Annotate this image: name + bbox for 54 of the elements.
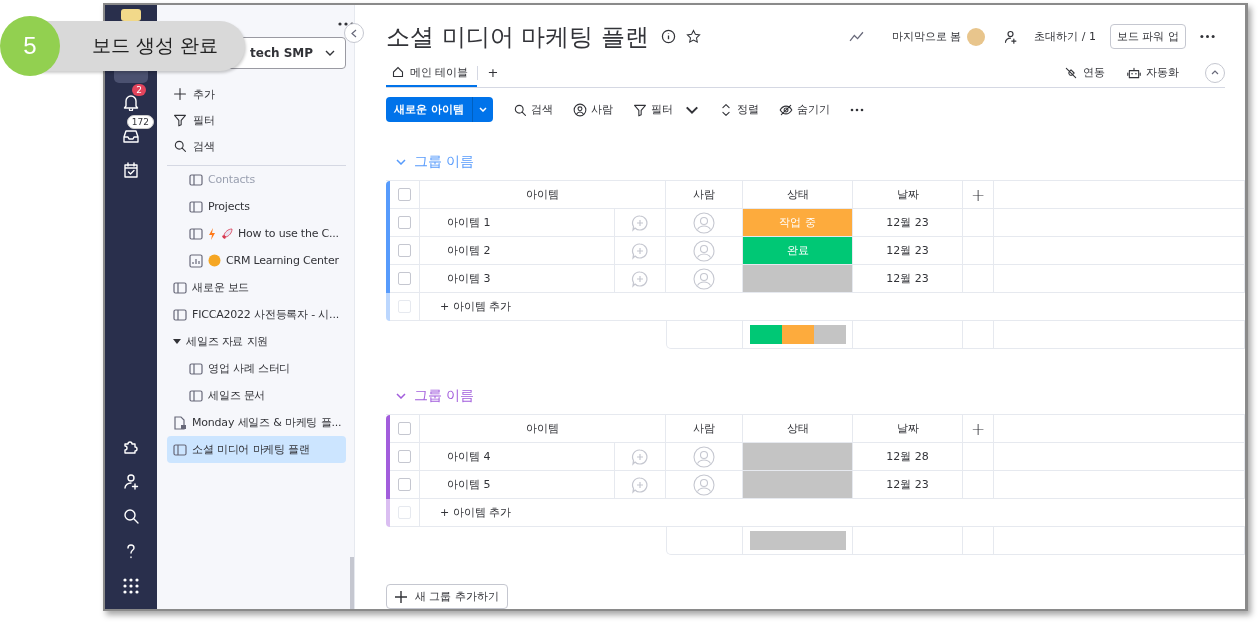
date-cell[interactable]: 12월 23 [853, 265, 963, 293]
sidebar-item[interactable]: 세일즈 자료 지원 [167, 328, 346, 355]
count-badge: 2 [132, 84, 146, 96]
sidebar-item[interactable]: 세일즈 문서 [167, 382, 346, 409]
item-name[interactable]: 아이템 5 [420, 471, 615, 499]
sidebar-item[interactable]: FICCA2022 사전등록자 - 시... [167, 301, 346, 328]
column-header: 사람 [666, 181, 743, 209]
add-item-field[interactable]: + 아이템 추가 [420, 499, 1245, 527]
toolbar-button[interactable]: 사람 [572, 102, 613, 118]
date-cell[interactable]: 12월 28 [853, 443, 963, 471]
add-column-button[interactable]: + [963, 415, 994, 443]
sidebar-item[interactable]: How to use the C... [167, 220, 346, 247]
group-title[interactable]: 그룹 이름 [414, 387, 475, 406]
toolbar-button[interactable]: 필터 [632, 102, 699, 118]
date-cell[interactable]: 12월 23 [853, 237, 963, 265]
column-header: 날짜 [853, 181, 963, 209]
view-action[interactable]: 자동화 [1127, 65, 1179, 81]
column-header: 아이템 [420, 415, 666, 443]
add-column-button[interactable]: + [963, 181, 994, 209]
item-name[interactable]: 아이템 2 [420, 237, 615, 265]
column-header: 날짜 [853, 415, 963, 443]
toolbar-button[interactable]: 검색 [512, 102, 553, 118]
sidebar-item[interactable]: Monday 세일즈 & 마케팅 플... [167, 409, 346, 436]
new-item-button[interactable]: 새로운 아이템 [386, 97, 493, 123]
column-header: 상태 [743, 181, 853, 209]
column-header: 아이템 [420, 181, 666, 209]
view-action[interactable]: 연동 [1064, 65, 1105, 81]
sidebar-item[interactable]: Projects [167, 193, 346, 220]
toolbar-button[interactable]: 정렬 [718, 102, 759, 118]
sidebar-item[interactable]: 새로운 보드 [167, 274, 346, 301]
step-number-tooltip: 5 [0, 16, 60, 76]
invite-button[interactable]: 초대하기 / 1 [1003, 29, 1096, 45]
add-group-button[interactable]: 새 그룹 추가하기 [386, 584, 508, 609]
item-name[interactable]: 아이템 1 [420, 209, 615, 237]
sidebar-action[interactable]: 검색 [167, 133, 346, 159]
item-name[interactable]: 아이템 4 [420, 443, 615, 471]
sidebar-action[interactable]: 추가 [167, 81, 346, 107]
date-cell[interactable]: 12월 23 [853, 471, 963, 499]
date-cell[interactable]: 12월 23 [853, 209, 963, 237]
item-name[interactable]: 아이템 3 [420, 265, 615, 293]
add-view-button[interactable]: + [483, 65, 503, 81]
last-seen-button[interactable]: 마지막으로 봄 [891, 27, 986, 46]
toolbar-button[interactable]: 숨기기 [778, 102, 830, 118]
view-tab[interactable]: 메인 테이블 [386, 58, 477, 88]
sidebar-action[interactable]: 필터 [167, 107, 346, 133]
sidebar-item[interactable]: 영업 사례 스터디 [167, 355, 346, 382]
board-title: 소셜 미디어 마케팅 플랜 [386, 21, 649, 53]
column-header: 상태 [743, 415, 853, 443]
add-item-field[interactable]: + 아이템 추가 [420, 293, 1245, 321]
column-header: 사람 [666, 415, 743, 443]
count-badge: 172 [126, 115, 154, 129]
power-up-button[interactable]: 보드 파워 업 [1110, 24, 1186, 50]
sidebar-item[interactable]: CRM Learning Center [167, 247, 346, 274]
sidebar-item[interactable]: 소셜 미디어 마케팅 플랜 [167, 436, 346, 463]
